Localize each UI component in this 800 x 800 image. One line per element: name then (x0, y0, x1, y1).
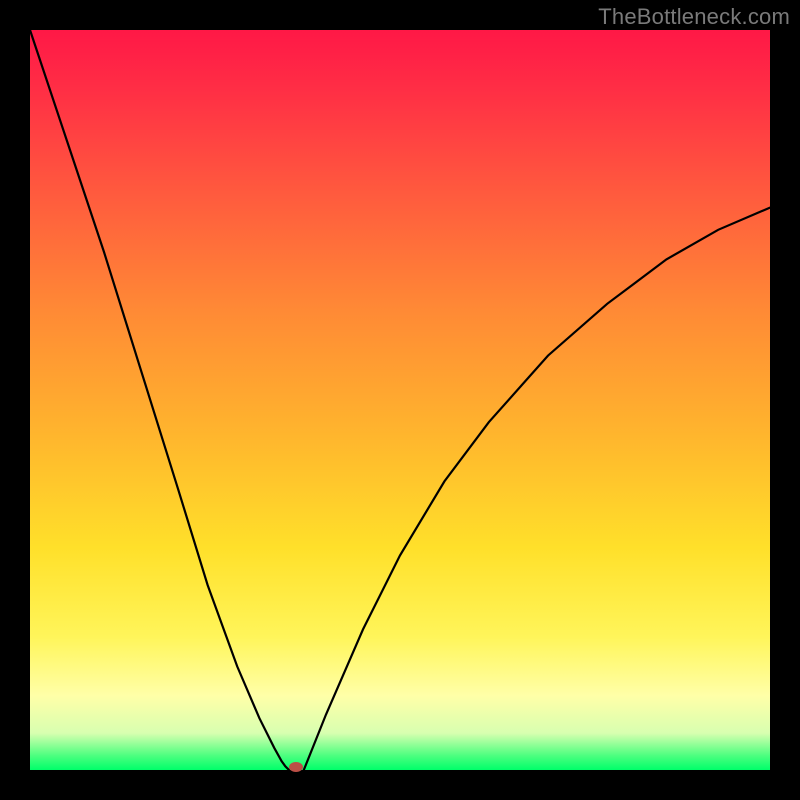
bottleneck-curve (30, 30, 770, 770)
watermark-label: TheBottleneck.com (598, 4, 790, 30)
curve-right-branch (304, 208, 770, 770)
curve-left-branch (30, 30, 289, 770)
minimum-marker (289, 762, 303, 772)
stage: TheBottleneck.com (0, 0, 800, 800)
plot-area (30, 30, 770, 770)
